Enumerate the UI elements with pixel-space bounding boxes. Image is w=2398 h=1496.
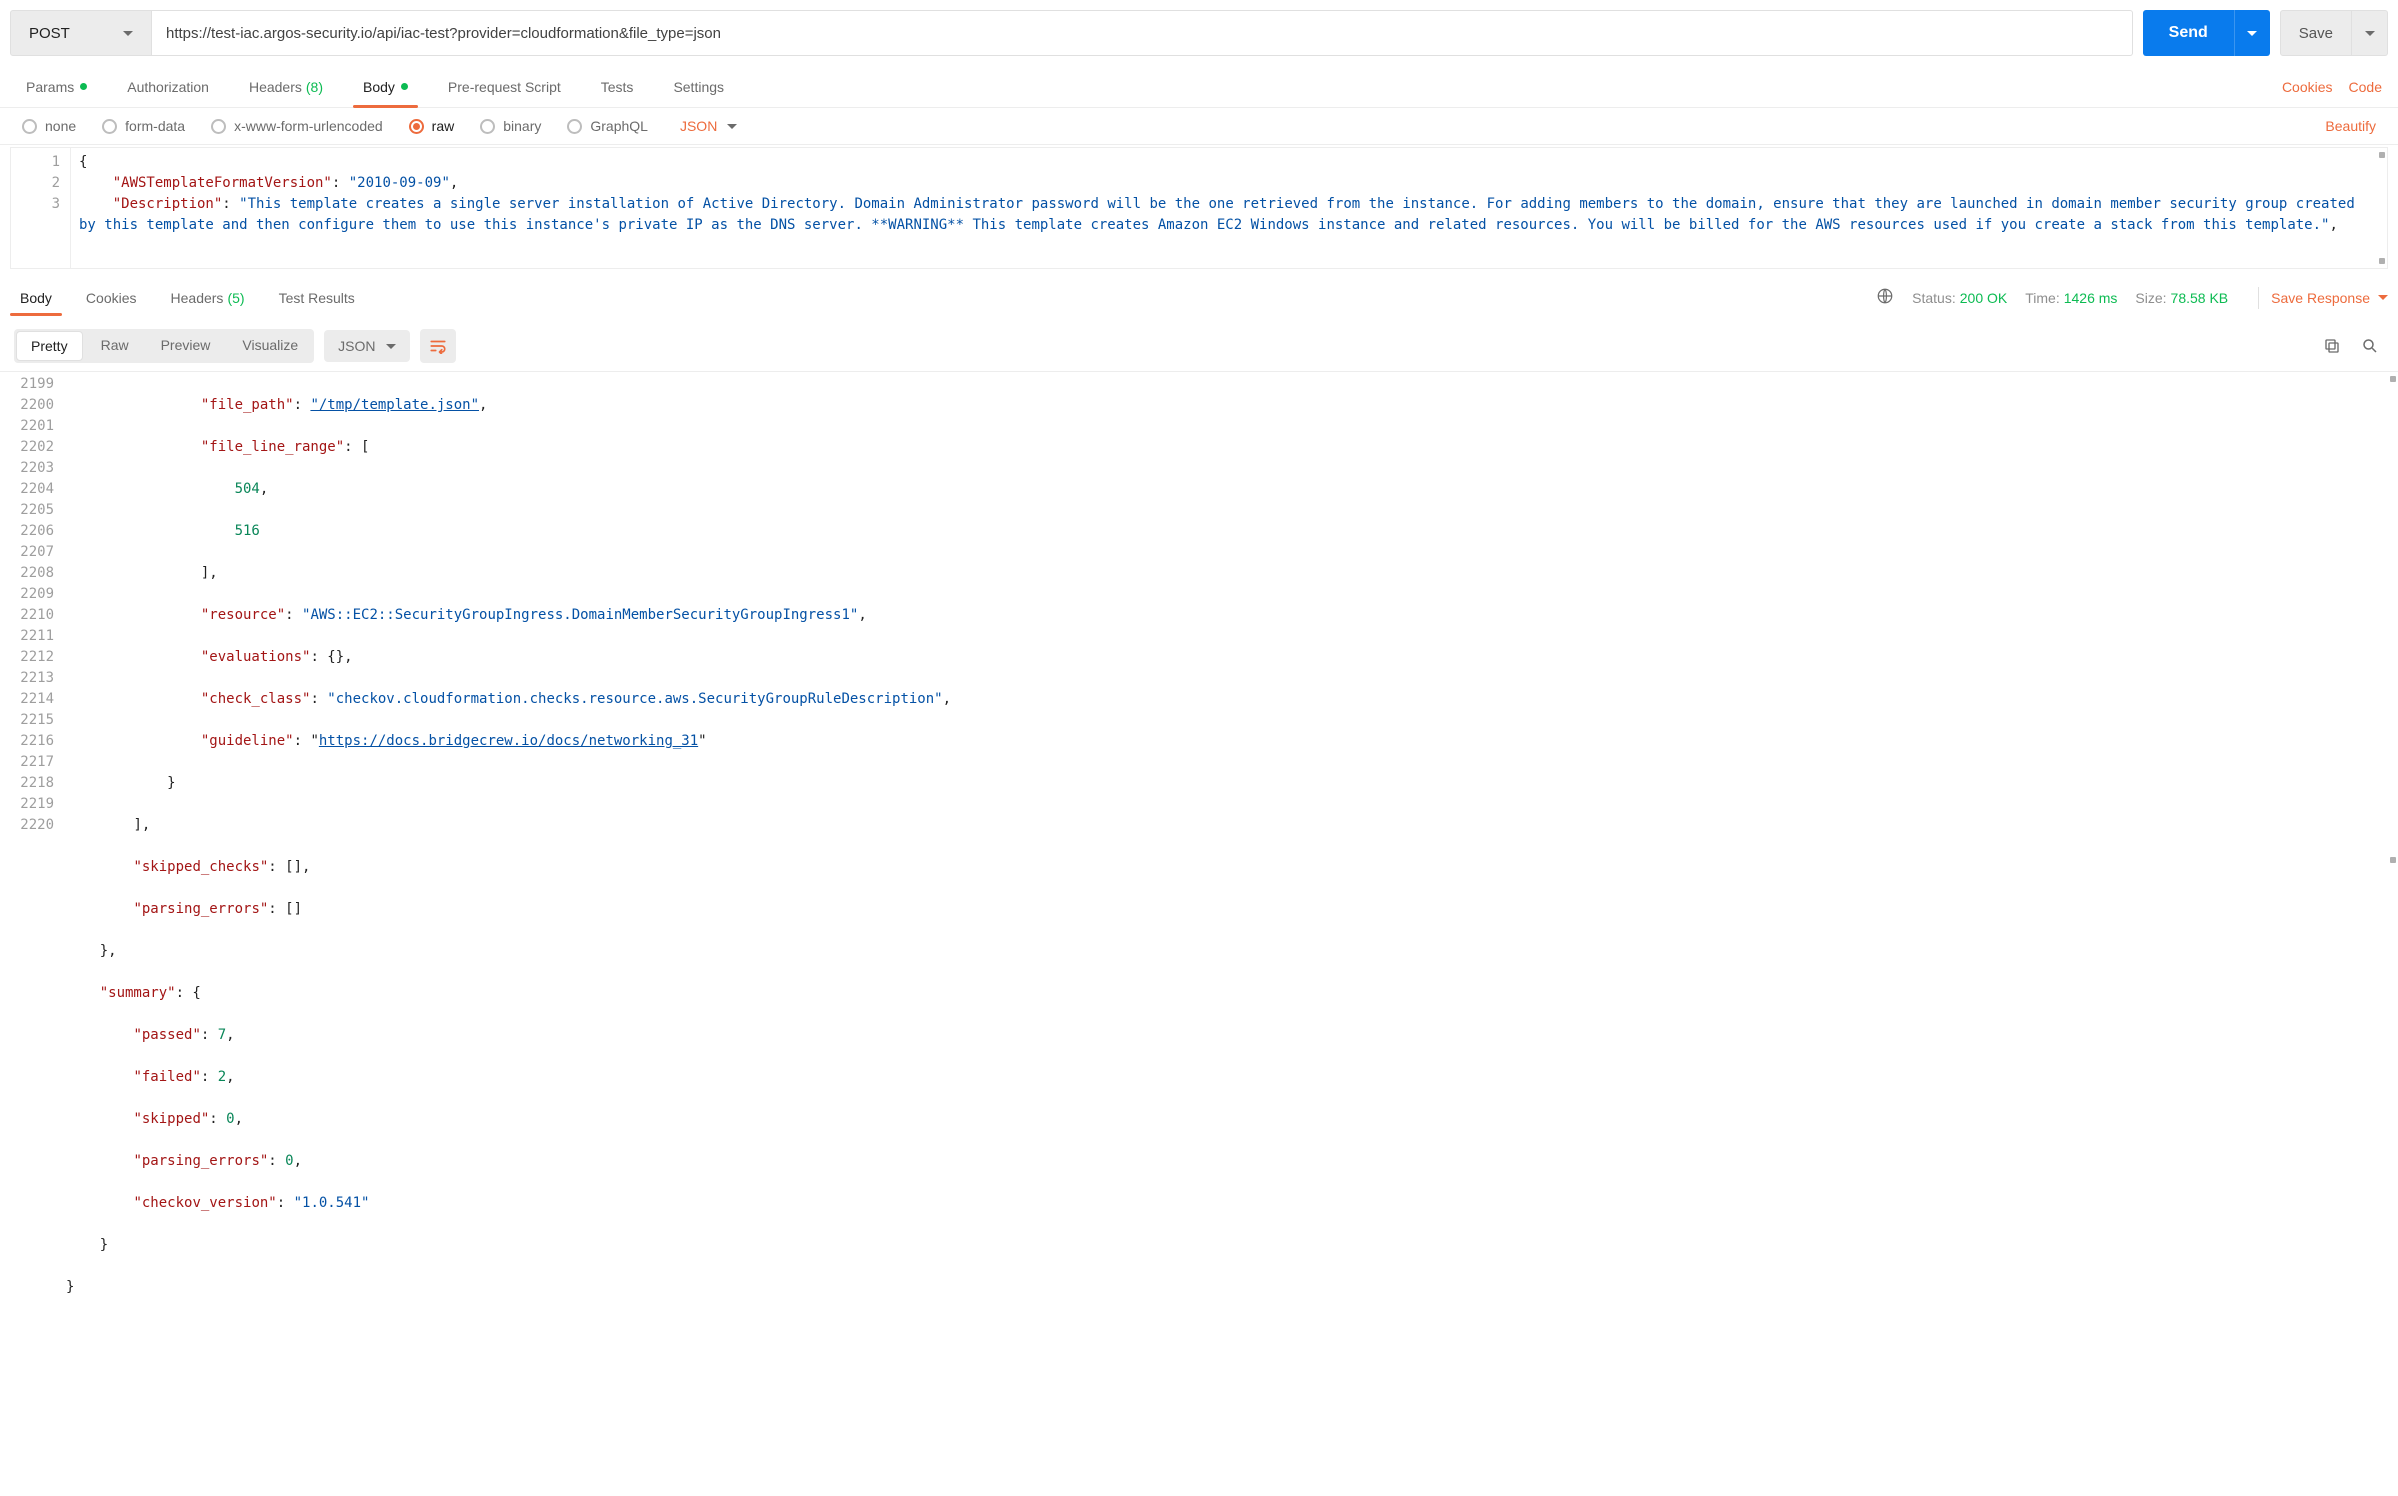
wrap-lines-button[interactable] <box>420 329 456 363</box>
save-dropdown[interactable] <box>2352 10 2388 56</box>
resp-tab-cookies[interactable]: Cookies <box>76 275 147 320</box>
radio-graphql[interactable]: GraphQL <box>567 118 648 134</box>
response-line-gutter: 2199220022012202220322042205220622072208… <box>0 372 66 1342</box>
globe-icon[interactable] <box>1876 287 1894 308</box>
time-value: 1426 ms <box>2064 290 2118 306</box>
tab-prerequest[interactable]: Pre-request Script <box>438 66 571 107</box>
radio-form-data[interactable]: form-data <box>102 118 185 134</box>
send-button[interactable]: Send <box>2143 10 2234 56</box>
method-label: POST <box>29 25 70 42</box>
resp-tab-body[interactable]: Body <box>10 275 62 320</box>
body-format-select[interactable]: JSON <box>680 118 737 134</box>
time-label: Time: <box>2025 290 2059 306</box>
request-body-editor[interactable]: 1 2 3 { "AWSTemplateFormatVersion": "201… <box>10 147 2388 269</box>
tab-tests[interactable]: Tests <box>591 66 644 107</box>
save-button[interactable]: Save <box>2280 10 2352 56</box>
status-label: Status: <box>1912 290 1956 306</box>
view-pretty[interactable]: Pretty <box>16 331 83 361</box>
tab-body[interactable]: Body <box>353 66 418 107</box>
resp-tab-test-results[interactable]: Test Results <box>269 275 365 320</box>
status-value: 200 OK <box>1960 290 2007 306</box>
radio-urlencoded[interactable]: x-www-form-urlencoded <box>211 118 383 134</box>
line-gutter: 1 2 3 <box>11 148 71 268</box>
beautify-link[interactable]: Beautify <box>2325 118 2376 134</box>
chevron-down-icon <box>386 344 396 349</box>
dot-indicator <box>401 83 408 90</box>
code-content[interactable]: { "AWSTemplateFormatVersion": "2010-09-0… <box>71 148 2377 268</box>
resp-tab-headers[interactable]: Headers (5) <box>161 275 255 320</box>
response-body-viewer[interactable]: 2199220022012202220322042205220622072208… <box>0 372 2398 1342</box>
size-label: Size: <box>2135 290 2166 306</box>
view-visualize[interactable]: Visualize <box>226 329 314 363</box>
response-content: "file_path": "/tmp/template.json", "file… <box>66 372 2388 1342</box>
view-raw[interactable]: Raw <box>85 329 145 363</box>
chevron-down-icon <box>2378 295 2388 300</box>
tab-headers[interactable]: Headers(8) <box>239 66 333 107</box>
tab-authorization[interactable]: Authorization <box>117 66 219 107</box>
scrollbar[interactable] <box>2377 148 2387 268</box>
response-format-select[interactable]: JSON <box>324 330 409 362</box>
copy-icon[interactable] <box>2318 332 2346 360</box>
size-value: 78.58 KB <box>2171 290 2229 306</box>
save-response-button[interactable]: Save Response <box>2271 290 2388 306</box>
tab-settings[interactable]: Settings <box>663 66 734 107</box>
dot-indicator <box>80 83 87 90</box>
scrollbar[interactable] <box>2388 372 2398 1342</box>
view-preview[interactable]: Preview <box>145 329 227 363</box>
chevron-down-icon <box>123 31 133 36</box>
chevron-down-icon <box>727 124 737 129</box>
radio-none[interactable]: none <box>22 118 76 134</box>
chevron-down-icon <box>2365 31 2375 36</box>
url-input[interactable] <box>152 10 2133 56</box>
view-mode-segment: Pretty Raw Preview Visualize <box>14 329 314 363</box>
search-icon[interactable] <box>2356 332 2384 360</box>
code-link[interactable]: Code <box>2349 79 2382 95</box>
divider <box>2258 287 2259 309</box>
radio-raw[interactable]: raw <box>409 118 455 134</box>
send-dropdown[interactable] <box>2234 10 2270 56</box>
chevron-down-icon <box>2247 31 2257 36</box>
method-select[interactable]: POST <box>10 10 152 56</box>
radio-binary[interactable]: binary <box>480 118 541 134</box>
tab-params[interactable]: Params <box>16 66 97 107</box>
cookies-link[interactable]: Cookies <box>2282 79 2333 95</box>
